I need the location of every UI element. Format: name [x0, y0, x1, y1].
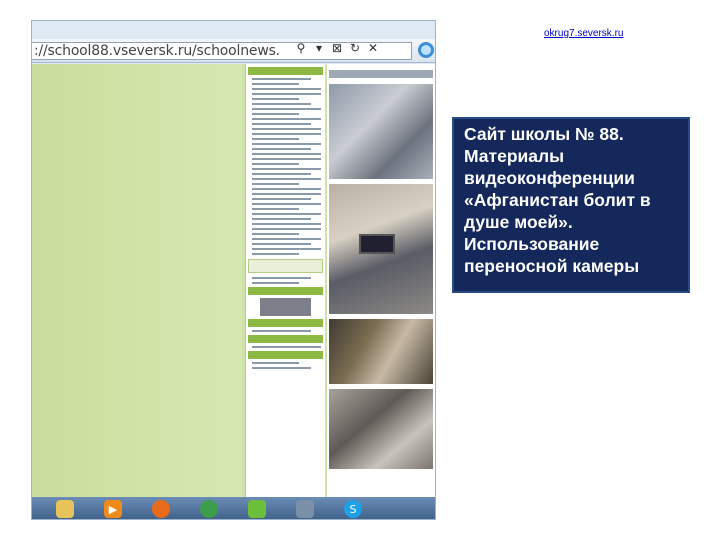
caption-line: Использование [464, 234, 600, 254]
caption-line: Материалы [464, 146, 565, 166]
menu-item[interactable] [252, 198, 311, 200]
menu-item[interactable] [252, 193, 321, 195]
sidebar-widget-header [248, 319, 323, 327]
caption-line: «Афганистан болит в [464, 190, 651, 210]
news-content [327, 64, 435, 497]
search-icon[interactable]: ⚲ [294, 41, 308, 55]
menu-item[interactable] [252, 103, 311, 105]
news-photo[interactable] [329, 84, 433, 179]
caption-line: переносной камеры [464, 256, 640, 276]
ie-logo-icon [418, 42, 434, 58]
folder-icon[interactable] [56, 500, 74, 518]
close-icon[interactable]: ✕ [366, 41, 380, 55]
menu-item[interactable] [252, 362, 299, 364]
menu-item[interactable] [252, 138, 299, 140]
menu-item[interactable] [252, 248, 321, 250]
menu-item[interactable] [252, 78, 311, 80]
news-title [329, 70, 433, 78]
menu-item[interactable] [252, 93, 321, 95]
menu-item[interactable] [252, 113, 299, 115]
menu-item[interactable] [252, 233, 299, 235]
green-app-icon[interactable] [248, 500, 266, 518]
web-page [32, 64, 435, 497]
menu-item[interactable] [252, 282, 299, 284]
sidebar-widget-header [248, 287, 323, 295]
address-bar: ://school88.vseversk.ru/schoolnews. ⚲ ▾ … [32, 39, 435, 63]
tv-screen [359, 234, 395, 254]
page-background [32, 64, 242, 497]
menu-item[interactable] [252, 133, 321, 135]
menu-item[interactable] [252, 367, 311, 369]
news-photo[interactable] [329, 389, 433, 469]
menu-header [248, 67, 323, 75]
news-photo[interactable] [329, 184, 433, 314]
address-bar-icons: ⚲ ▾ ⊠ ↻ ✕ [294, 39, 380, 57]
site-sidebar-menu [245, 64, 325, 497]
caption-line: Сайт школы № 88. [464, 124, 624, 144]
menu-item[interactable] [252, 238, 321, 240]
menu-item[interactable] [252, 253, 299, 255]
menu-item[interactable] [252, 243, 311, 245]
menu-item[interactable] [252, 118, 321, 120]
caption-line: душе моей». [464, 212, 573, 232]
sidebar-widget-header [248, 335, 323, 343]
menu-item[interactable] [252, 158, 321, 160]
taskbar: ▶ S [32, 497, 435, 519]
news-photo[interactable] [329, 319, 433, 384]
caption-box: Сайт школы № 88. Материалы видеоконферен… [452, 117, 690, 293]
menu-item[interactable] [252, 98, 299, 100]
firefox-icon[interactable] [152, 500, 170, 518]
menu-item[interactable] [252, 208, 299, 210]
menu-item[interactable] [252, 108, 321, 110]
menu-item[interactable] [252, 178, 321, 180]
dropdown-icon[interactable]: ▾ [312, 41, 326, 55]
menu-item[interactable] [252, 183, 299, 185]
caption-line: видеоконференции [464, 168, 635, 188]
menu-item[interactable] [252, 163, 299, 165]
app-icon[interactable] [296, 500, 314, 518]
menu-item[interactable] [252, 218, 311, 220]
media-player-icon[interactable]: ▶ [104, 500, 122, 518]
refresh-icon[interactable]: ↻ [348, 41, 362, 55]
sidebar-photo[interactable] [260, 298, 311, 316]
skype-icon[interactable]: S [344, 500, 362, 518]
menu-item[interactable] [252, 228, 321, 230]
browser-screenshot: ://school88.vseversk.ru/schoolnews. ⚲ ▾ … [31, 20, 436, 520]
menu-item[interactable] [252, 128, 321, 130]
menu-item[interactable] [252, 213, 321, 215]
menu-item[interactable] [252, 188, 321, 190]
menu-item[interactable] [252, 223, 321, 225]
menu-item[interactable] [252, 153, 321, 155]
menu-item[interactable] [252, 203, 321, 205]
menu-item[interactable] [252, 123, 311, 125]
menu-item[interactable] [252, 277, 311, 279]
menu-item[interactable] [252, 88, 321, 90]
sidebar-widget-header [248, 351, 323, 359]
site-link[interactable]: okrug7.seversk.ru [544, 28, 623, 39]
menu-item[interactable] [252, 346, 321, 348]
sidebar-widget [248, 259, 323, 273]
menu-item[interactable] [252, 83, 299, 85]
stop-icon[interactable]: ⊠ [330, 41, 344, 55]
chrome-icon[interactable] [200, 500, 218, 518]
menu-item[interactable] [252, 330, 311, 332]
menu-item[interactable] [252, 148, 311, 150]
menu-item[interactable] [252, 143, 321, 145]
menu-item[interactable] [252, 168, 321, 170]
menu-item[interactable] [252, 173, 311, 175]
address-text: ://school88.vseversk.ru/schoolnews. [34, 43, 280, 59]
